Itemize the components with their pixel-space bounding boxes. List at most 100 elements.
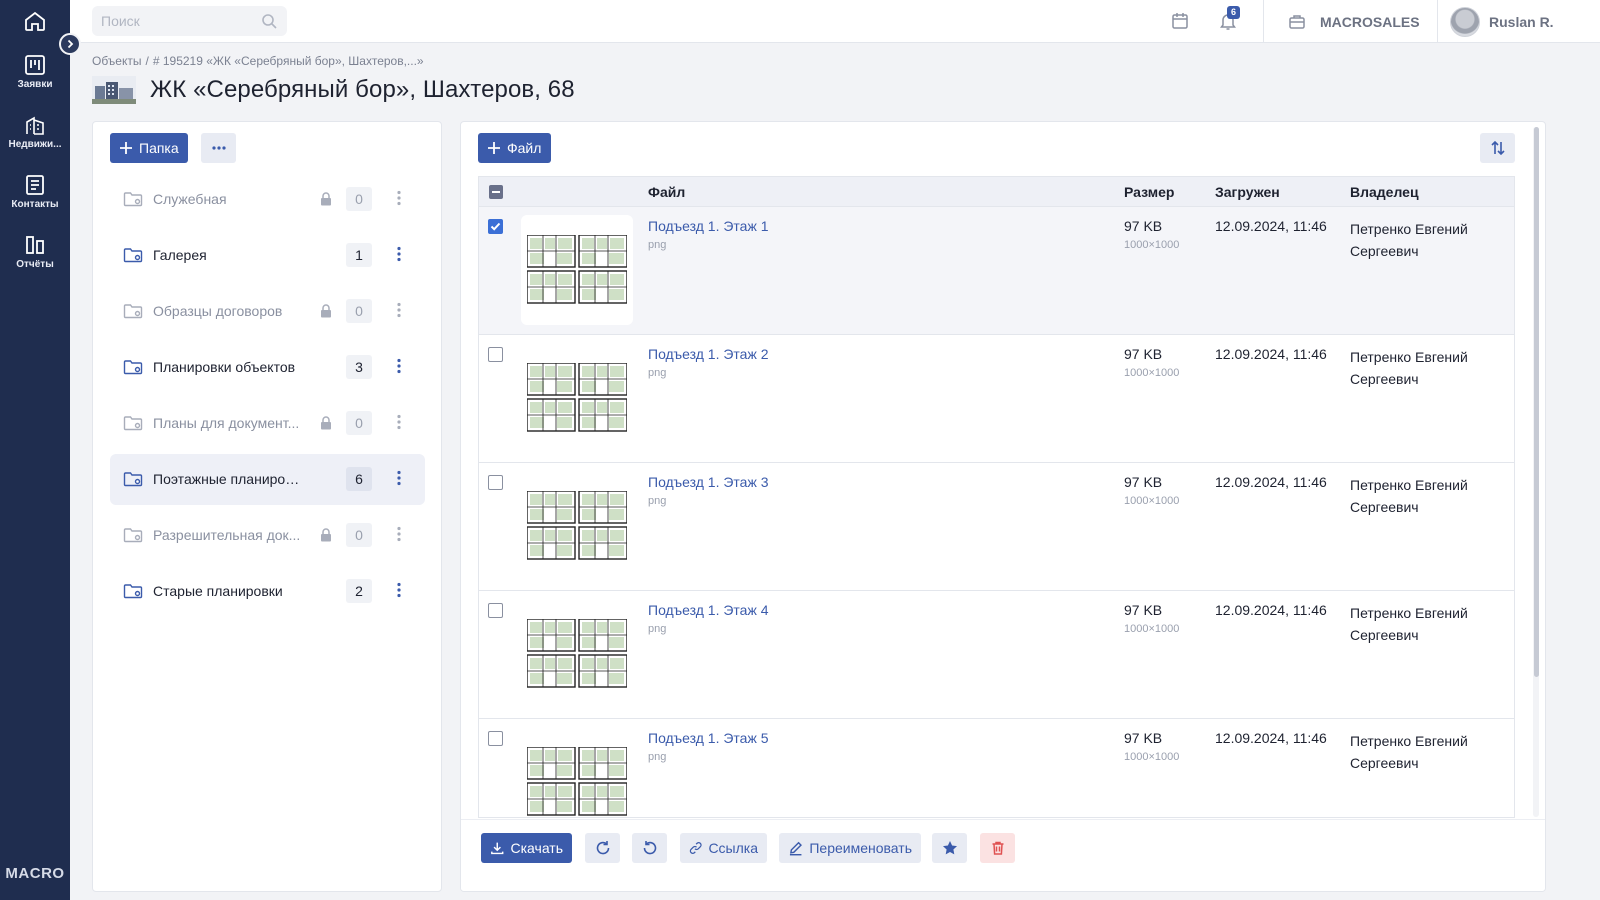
download-button[interactable]: Скачать (481, 833, 572, 863)
row-checkbox[interactable] (488, 347, 503, 362)
folder-item[interactable]: Планировки объектов 3 (110, 342, 425, 393)
file-owner: Петренко Евгений Сергеевич (1350, 733, 1468, 771)
table-row[interactable]: Подъезд 1. Этаж 2 png 97 KB 1000×1000 12.09.… (479, 335, 1514, 463)
table-row[interactable]: Подъезд 1. Этаж 4 png 97 KB 1000×1000 12.09.… (479, 591, 1514, 719)
home-icon (25, 11, 45, 31)
calendar-icon[interactable] (1170, 11, 1190, 31)
folder-icon (123, 192, 143, 207)
file-owner: Петренко Евгений Сергеевич (1350, 349, 1468, 387)
file-preview[interactable] (521, 599, 633, 709)
folder-menu-button[interactable] (392, 578, 406, 602)
nav-item-realty[interactable]: Недвижи... (0, 102, 70, 162)
folder-name: Планировки объектов (153, 359, 296, 375)
file-size: 97 KB (1124, 730, 1163, 746)
undo-icon (643, 841, 656, 855)
folder-item[interactable]: Поэтажные планировки 6 (110, 454, 425, 505)
chevron-right-icon (67, 39, 74, 49)
file-name-link[interactable]: Подъезд 1. Этаж 1 (648, 218, 769, 234)
select-all-checkbox[interactable] (489, 185, 503, 199)
nav-item-requests[interactable]: Заявки (0, 42, 70, 102)
company-switcher[interactable]: MACROSALES (1288, 0, 1420, 43)
file-preview[interactable] (521, 471, 633, 581)
folder-icon (123, 304, 143, 319)
folder-menu-button[interactable] (392, 522, 406, 546)
add-folder-label: Папка (139, 140, 179, 156)
nav-collapse-toggle[interactable] (59, 33, 81, 55)
user-menu[interactable]: Ruslan R. (1450, 0, 1554, 43)
kebab-menu-icon (397, 582, 401, 598)
nav-item-reports[interactable]: Отчёты (0, 222, 70, 282)
search-box (92, 6, 287, 36)
folder-menu-button[interactable] (392, 298, 406, 322)
folder-count: 1 (346, 243, 372, 267)
folder-item[interactable]: Разрешительная док... 0 (110, 510, 425, 561)
file-name-link[interactable]: Подъезд 1. Этаж 3 (648, 474, 769, 490)
file-name-link[interactable]: Подъезд 1. Этаж 4 (648, 602, 769, 618)
folder-icon-wrap (123, 471, 143, 492)
favorite-button[interactable] (932, 833, 967, 863)
file-dimensions: 1000×1000 (1124, 495, 1180, 507)
files-table: Файл Размер Загружен Владелец Подъезд 1.… (478, 176, 1515, 818)
folder-menu-button[interactable] (392, 410, 406, 434)
folder-item[interactable]: Галерея 1 (110, 230, 425, 281)
nav-home[interactable] (0, 0, 70, 42)
add-folder-button[interactable]: Папка (110, 133, 188, 163)
file-type: png (648, 239, 667, 251)
file-preview[interactable] (521, 727, 633, 817)
folder-count: 3 (346, 355, 372, 379)
file-name-link[interactable]: Подъезд 1. Этаж 2 (648, 346, 769, 362)
breadcrumb-root[interactable]: Объекты (92, 54, 142, 68)
folder-icon (123, 528, 143, 543)
table-row[interactable]: Подъезд 1. Этаж 5 png 97 KB 1000×1000 12.09.… (479, 719, 1514, 817)
column-file[interactable]: Файл (648, 184, 685, 200)
column-uploaded[interactable]: Загружен (1215, 184, 1280, 200)
copy-link-button[interactable]: Ссылка (680, 833, 767, 863)
row-checkbox[interactable] (488, 475, 503, 490)
folder-item[interactable]: Служебная 0 (110, 174, 425, 225)
table-row[interactable]: Подъезд 1. Этаж 1 png 97 KB 1000×1000 12.09.… (479, 207, 1514, 335)
folder-item[interactable]: Старые планировки 2 (110, 566, 425, 617)
folder-item[interactable]: Образцы договоров 0 (110, 286, 425, 337)
file-preview[interactable] (521, 215, 633, 325)
folder-name: Старые планировки (153, 583, 283, 599)
more-horizontal-icon (211, 146, 226, 150)
folder-count: 6 (346, 467, 372, 491)
file-name-link[interactable]: Подъезд 1. Этаж 5 (648, 730, 769, 746)
file-preview[interactable] (521, 343, 633, 453)
folder-menu-button[interactable] (392, 186, 406, 210)
file-size: 97 KB (1124, 346, 1163, 362)
folder-menu-button[interactable] (392, 466, 406, 490)
row-checkbox[interactable] (488, 219, 503, 234)
notification-badge: 6 (1227, 6, 1240, 19)
folder-more-button[interactable] (201, 133, 236, 163)
folders-panel: Папка Служебная 0 Галерея 1 Образцы договоро… (92, 121, 442, 892)
row-checkbox[interactable] (488, 603, 503, 618)
file-dimensions: 1000×1000 (1124, 367, 1180, 379)
delete-button[interactable] (980, 833, 1015, 863)
folder-icon-wrap (123, 247, 143, 268)
column-size[interactable]: Размер (1124, 184, 1174, 200)
nav-item-contacts[interactable]: Контакты (0, 162, 70, 222)
folder-item[interactable]: Планы для документ... 0 (110, 398, 425, 449)
file-size: 97 KB (1124, 474, 1163, 490)
reports-icon (26, 236, 44, 254)
lock-icon-wrap (320, 192, 332, 211)
sort-button[interactable] (1480, 133, 1515, 163)
column-owner[interactable]: Владелец (1350, 184, 1419, 200)
scrollbar-thumb[interactable] (1534, 127, 1539, 677)
folder-menu-button[interactable] (392, 242, 406, 266)
rename-button[interactable]: Переименовать (779, 833, 921, 863)
undo-button[interactable] (632, 833, 667, 863)
add-file-button[interactable]: Файл (478, 133, 551, 163)
search-icon[interactable] (261, 13, 277, 29)
nav-label: Заявки (17, 79, 53, 90)
search-input[interactable] (92, 6, 252, 36)
breadcrumb-current[interactable]: # 195219 «ЖК «Серебряный бор», Шахтеров,… (153, 54, 424, 68)
table-row[interactable]: Подъезд 1. Этаж 3 png 97 KB 1000×1000 12.09.… (479, 463, 1514, 591)
file-size: 97 KB (1124, 602, 1163, 618)
folder-menu-button[interactable] (392, 354, 406, 378)
row-checkbox[interactable] (488, 731, 503, 746)
refresh-button[interactable] (585, 833, 620, 863)
pencil-icon (789, 841, 802, 856)
lock-icon-wrap (320, 528, 332, 547)
